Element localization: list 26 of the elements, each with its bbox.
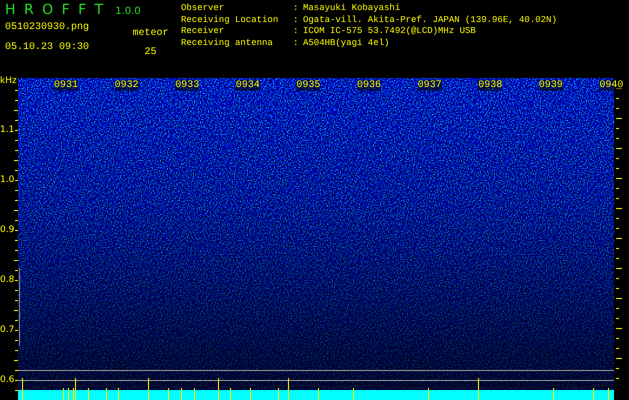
unit-label: kHz (0, 76, 17, 86)
info-value: Ogata-vill. Akita-Pref. JAPAN (139.96E, 40.02N) (303, 14, 557, 26)
file-name: 0510230930.png (5, 22, 90, 33)
frequency-label: 0.9 (0, 225, 14, 235)
frequency-label: 1.1 (0, 125, 14, 135)
date-time: 05.10.23 09:30 (5, 42, 90, 53)
info-separator: : (293, 38, 300, 49)
info-value: A504HB(yagi 4el) (303, 38, 390, 49)
frequency-label: 0.6 (0, 375, 14, 385)
info-separator: : (293, 3, 300, 14)
info-value: ICOM IC-575 53.7492(@LCD)MHz USB (303, 26, 477, 38)
time-label: 0940 (599, 80, 624, 91)
info-value: Masayuki Kobayashi (303, 3, 402, 14)
info-label: Receiving antenna (181, 38, 274, 49)
app-version: 1.0.0 (115, 6, 141, 17)
app-title: H R O F F T (5, 2, 106, 18)
meteor-label: meteor (132, 28, 168, 39)
info-label: Receiving Location (181, 14, 280, 26)
info-label: Observer (181, 3, 226, 14)
frequency-label: 0.8 (0, 275, 14, 285)
info-label: Receiver (181, 26, 226, 38)
meteor-count: 25 (144, 47, 156, 58)
frequency-label: 0.7 (0, 325, 14, 335)
info-separator: : (293, 14, 300, 26)
info-separator: : (293, 26, 300, 38)
frequency-label: 1.0 (0, 175, 14, 185)
